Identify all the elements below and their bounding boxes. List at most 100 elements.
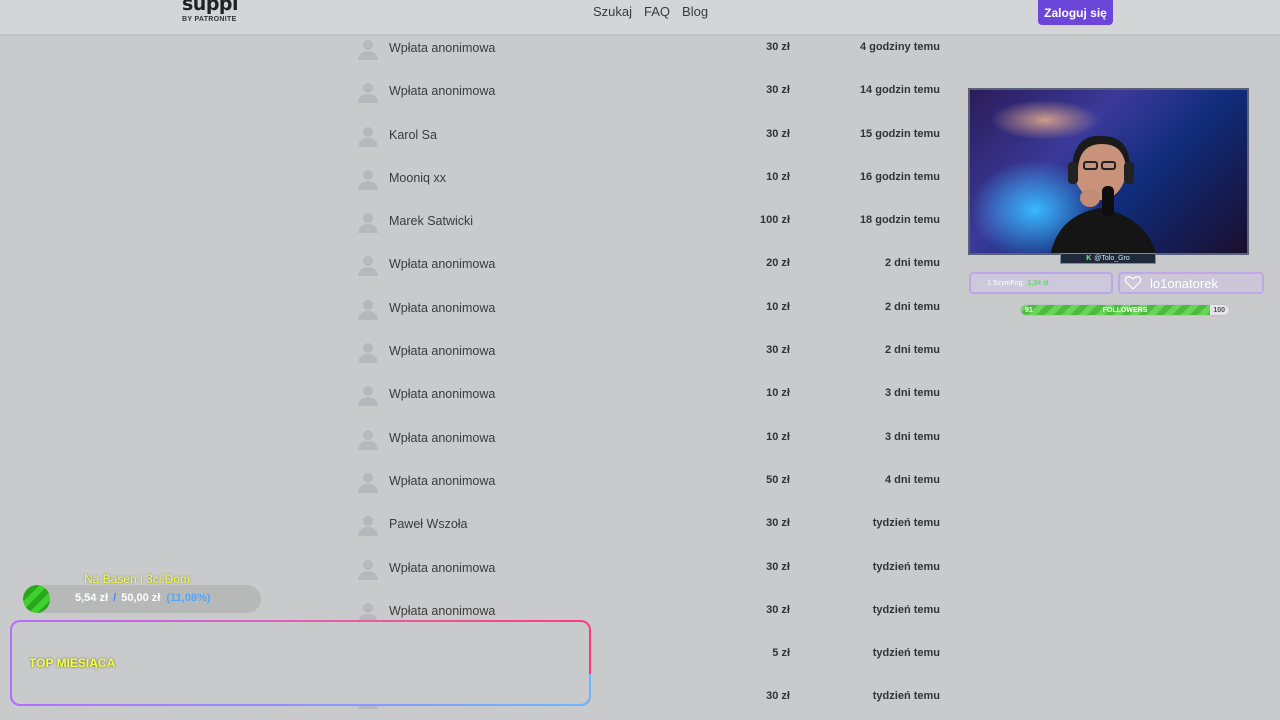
avatar-icon — [356, 210, 380, 234]
donation-row: Wpłata anonimowa 30 zł tydzień temu — [350, 546, 950, 589]
goal-target: 50,00 zł — [121, 592, 161, 604]
donation-time: 2 dni temu — [884, 300, 940, 313]
donation-row: Wpłata anonimowa 30 zł 14 godzin temu — [350, 69, 950, 112]
donor-name: Paweł Wszoła — [389, 517, 468, 532]
donation-time: tydzień temu — [872, 647, 940, 660]
donation-time: 14 godzin temu — [859, 84, 940, 97]
donation-row: Wpłata anonimowa 10 zł 3 dni temu — [350, 416, 950, 459]
avatar-icon — [356, 470, 380, 494]
donor-name: Karol Sa — [389, 127, 437, 142]
goal-percent: (11,08%) — [166, 592, 211, 604]
donation-row: Wpłata anonimowa 10 zł 2 dni temu — [350, 286, 950, 329]
donation-time: 15 godzin temu — [859, 127, 940, 140]
donor-name: Wpłata anonimowa — [389, 387, 496, 402]
avatar-icon — [356, 37, 380, 61]
avatar-icon — [356, 427, 380, 451]
logo-subtext: BY PATRONITE — [182, 16, 237, 23]
donation-time: tydzień temu — [872, 560, 940, 573]
donation-row: Wpłata anonimowa 50 zł 4 dni temu — [350, 459, 950, 502]
latest-subscriber-box: lo1onatorek — [1118, 272, 1264, 294]
donation-time: tydzień temu — [872, 690, 940, 703]
donation-list: Wpłata anonimowa 30 zł 4 godziny temu Wpłat… — [350, 26, 950, 719]
donor-name: Marek Satwicki — [389, 214, 474, 229]
donation-time: 3 dni temu — [884, 387, 940, 400]
donor-name: Wpłata anonimowa — [389, 603, 496, 618]
donation-row: Wpłata anonimowa 10 zł 3 dni temu — [350, 372, 950, 415]
donor-name: Wpłata anonimowa — [389, 560, 496, 575]
streamer-tag: K @Tolo_Gro — [1060, 253, 1156, 264]
goal-title: Na Basen i 3ci Dom — [84, 572, 191, 586]
suppi-logo[interactable]: suppi BY PATRONITE — [182, 0, 239, 23]
donor-name: Wpłata anonimowa — [389, 430, 496, 445]
avatar-icon — [356, 383, 380, 407]
donation-amount: 10 zł — [766, 170, 790, 183]
donation-time: 2 dni temu — [884, 257, 940, 270]
top-supporter-amount: 1,34 zł — [1027, 279, 1049, 287]
avatar-icon — [356, 167, 380, 191]
top-supporter-box: 1.SzymFog: 1,34 zł — [969, 272, 1113, 294]
followers-label: FOLLOWERS — [1102, 307, 1148, 314]
logo-text: suppi — [182, 0, 239, 15]
donor-name: Wpłata anonimowa — [389, 41, 496, 55]
donation-amount: 10 zł — [766, 430, 790, 443]
donation-row: Karol Sa 30 zł 15 godzin temu — [350, 113, 950, 156]
donation-row: Wpłata anonimowa 30 zł 2 dni temu — [350, 329, 950, 372]
donor-name: Mooniq xx — [389, 170, 446, 185]
donation-amount: 30 zł — [766, 690, 790, 703]
webcam-overlay — [968, 88, 1249, 255]
donation-time: 4 dni temu — [884, 473, 940, 486]
donation-amount: 30 zł — [766, 84, 790, 97]
donor-name: Wpłata anonimowa — [389, 257, 496, 272]
login-button[interactable]: Zaloguj się — [1038, 0, 1113, 25]
donation-row: Wpłata anonimowa 30 zł 4 godziny temu — [350, 26, 950, 69]
donation-time: 3 dni temu — [884, 430, 940, 443]
avatar-icon — [356, 557, 380, 581]
goal-separator: / — [113, 592, 117, 604]
donation-amount: 5 zł — [772, 647, 790, 660]
donation-time: 4 godziny temu — [859, 41, 940, 53]
donation-time: 2 dni temu — [884, 344, 940, 357]
top-month-box: TOP MIESIĄCA — [10, 620, 591, 706]
avatar-icon — [356, 513, 380, 537]
heart-icon — [1124, 276, 1142, 290]
streamer-handle: @Tolo_Gro — [1094, 255, 1130, 262]
followers-goal-bar: 91 FOLLOWERS 100 — [1020, 304, 1230, 316]
donor-name: Wpłata anonimowa — [389, 84, 496, 99]
goal-text: 5,54 zł / 50,00 zł (11,08%) — [75, 592, 210, 604]
nav-link-search[interactable]: Szukaj — [593, 4, 632, 19]
donation-amount: 30 zł — [766, 41, 790, 53]
latest-subscriber-name: lo1onatorek — [1150, 275, 1218, 291]
donation-row: Wpłata anonimowa 20 zł 2 dni temu — [350, 242, 950, 285]
avatar-icon — [356, 124, 380, 148]
kick-icon: K — [1086, 255, 1092, 262]
donation-amount: 30 zł — [766, 127, 790, 140]
donation-amount: 30 zł — [766, 344, 790, 357]
donation-amount: 30 zł — [766, 517, 790, 530]
nav-link-faq[interactable]: FAQ — [644, 4, 670, 19]
donation-row: Marek Satwicki 100 zł 18 godzin temu — [350, 199, 950, 242]
donation-amount: 10 zł — [766, 300, 790, 313]
followers-goal: 100 — [1213, 307, 1225, 314]
main-nav: Szukaj FAQ Blog — [593, 4, 708, 19]
goal-current: 5,54 zł — [75, 592, 109, 604]
donation-row: Mooniq xx 10 zł 16 godzin temu — [350, 156, 950, 199]
donation-amount: 30 zł — [766, 560, 790, 573]
donation-time: tydzień temu — [872, 517, 940, 530]
donation-amount: 50 zł — [766, 473, 790, 486]
donation-amount: 20 zł — [766, 257, 790, 270]
streamer-image — [1050, 135, 1157, 253]
donation-time: 18 godzin temu — [859, 214, 940, 227]
top-month-title: TOP MIESIĄCA — [29, 656, 116, 670]
nav-link-blog[interactable]: Blog — [682, 4, 708, 19]
donation-amount: 10 zł — [766, 387, 790, 400]
avatar-icon — [356, 297, 380, 321]
donation-row: Paweł Wszoła 30 zł tydzień temu — [350, 502, 950, 545]
donor-name: Wpłata anonimowa — [389, 473, 496, 488]
donor-name: Wpłata anonimowa — [389, 300, 496, 315]
donor-name: Wpłata anonimowa — [389, 344, 496, 359]
goal-progress-bar: 5,54 zł / 50,00 zł (11,08%) — [23, 585, 261, 613]
avatar-icon — [356, 340, 380, 364]
donation-amount: 100 zł — [760, 214, 790, 227]
donation-amount: 30 zł — [766, 603, 790, 616]
top-supporter-name: 1.SzymFog: — [987, 279, 1025, 287]
